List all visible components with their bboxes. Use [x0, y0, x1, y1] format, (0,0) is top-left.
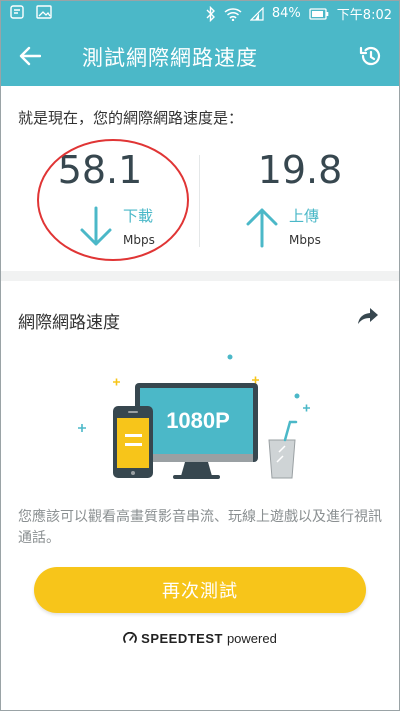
- download-speed: 58.1 下載 Mbps: [5, 140, 195, 260]
- download-value: 58.1: [57, 148, 143, 192]
- speedtest-gauge-icon: [123, 629, 138, 648]
- clock: 下午8:02: [336, 8, 392, 23]
- history-icon: [358, 44, 382, 72]
- page-title: 測試網際網路速度: [82, 46, 258, 70]
- download-unit: Mbps: [123, 233, 155, 247]
- retest-button[interactable]: 再次測試: [34, 567, 366, 613]
- speedtest-brand: SPEEDTEST: [141, 631, 223, 646]
- back-button[interactable]: [14, 42, 46, 74]
- wifi-icon: [224, 7, 242, 21]
- speed-divider: [199, 155, 200, 247]
- streaming-illustration: 1080P: [65, 350, 335, 490]
- battery-percent: 84%: [271, 6, 301, 21]
- upload-unit: Mbps: [289, 233, 321, 247]
- back-arrow-icon: [19, 46, 42, 70]
- powered-by-speedtest: SPEEDTEST powered: [0, 629, 400, 648]
- upload-speed: 19.8 上傳 Mbps: [205, 140, 395, 260]
- retest-label: 再次測試: [162, 581, 238, 602]
- app-bar: 測試網際網路速度: [0, 28, 400, 86]
- download-label: 下載: [123, 207, 154, 225]
- upload-label: 上傳: [289, 207, 320, 225]
- share-icon: [357, 307, 379, 329]
- notification-app-icon: [10, 5, 24, 19]
- share-button[interactable]: [354, 304, 382, 332]
- upload-arrow-icon: [244, 206, 280, 248]
- result-intro-text: 就是現在，您的網際網路速度是：: [18, 109, 244, 127]
- image-notification-icon: [36, 5, 52, 19]
- battery-icon: [309, 7, 329, 20]
- bluetooth-icon: [206, 5, 216, 22]
- status-bar: 84% 下午8:02: [0, 0, 400, 28]
- signal-icon: [249, 6, 264, 21]
- speed-description: 您應該可以觀看高畫質影音串流、玩線上遊戲以及進行視訊通話。: [18, 509, 382, 546]
- card-title: 網際網路速度: [18, 313, 120, 333]
- tv-resolution-text: 1080P: [166, 408, 230, 433]
- powered-text: powered: [226, 631, 277, 646]
- download-arrow-icon: [78, 206, 114, 248]
- upload-value: 19.8: [257, 148, 343, 192]
- history-button[interactable]: [354, 42, 386, 74]
- section-separator: [0, 271, 400, 281]
